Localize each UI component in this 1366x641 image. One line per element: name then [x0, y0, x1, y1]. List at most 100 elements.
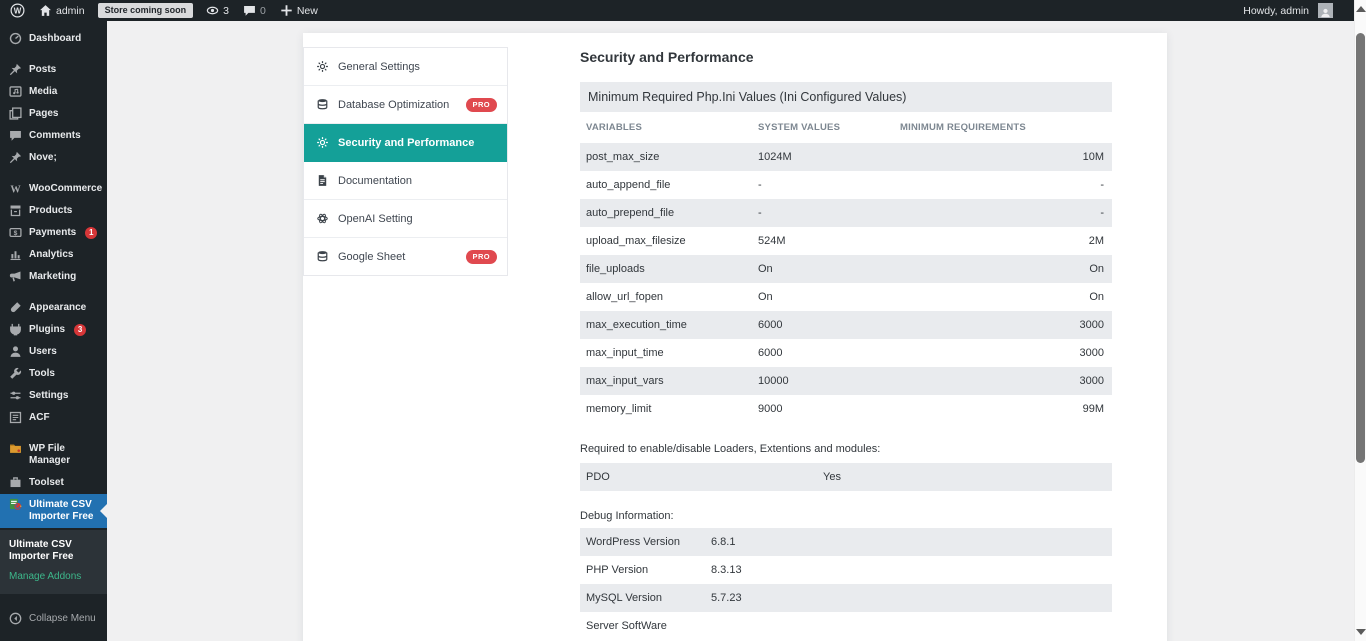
- sidebar-item[interactable]: Nove;: [0, 147, 107, 169]
- folder-icon: [9, 442, 22, 455]
- sidebar-item[interactable]: Dashboard: [0, 28, 107, 50]
- system-value: 1024M: [753, 151, 895, 163]
- settings-tab[interactable]: Google Sheet PRO: [304, 238, 507, 275]
- comment-bubble-icon: [243, 4, 256, 17]
- loader-value: Yes: [823, 471, 1112, 483]
- ini-table-row: memory_limit 9000 99M: [580, 395, 1112, 423]
- ini-table-row: post_max_size 1024M 10M: [580, 143, 1112, 171]
- submenu-item[interactable]: Manage Addons: [0, 567, 107, 587]
- ini-table: post_max_size 1024M 10M auto_append_file…: [580, 143, 1112, 423]
- database-icon: [316, 98, 329, 111]
- new-content-menu[interactable]: New: [273, 0, 325, 21]
- variable-name: allow_url_fopen: [580, 291, 753, 303]
- settings-tab[interactable]: Security and Performance: [304, 124, 507, 162]
- sidebar-item[interactable]: Products: [0, 200, 107, 222]
- sidebar: Dashboard Posts Media Pages Comments: [0, 21, 107, 641]
- briefcase-icon: [9, 476, 22, 489]
- sidebar-item[interactable]: Appearance: [0, 297, 107, 319]
- scrollbar[interactable]: [1354, 0, 1366, 641]
- store-coming-soon-badge[interactable]: Store coming soon: [98, 3, 194, 18]
- scrollbar-up-arrow-icon[interactable]: [1356, 6, 1366, 12]
- sidebar-item[interactable]: Tools: [0, 363, 107, 385]
- scrollbar-down-arrow-icon[interactable]: [1356, 629, 1366, 635]
- comments-menu[interactable]: 0: [236, 0, 273, 21]
- ini-table-header: Minimum Required Php.Ini Values (Ini Con…: [580, 82, 1112, 112]
- sidebar-item-label: Appearance: [29, 302, 86, 314]
- system-value: 6000: [753, 319, 895, 331]
- settings-tab[interactable]: Database Optimization PRO: [304, 86, 507, 124]
- updates-count: 3: [223, 5, 229, 17]
- admin-bar-right: Howdy, admin: [1236, 0, 1354, 21]
- settings-tab[interactable]: General Settings: [304, 48, 507, 86]
- variable-name: max_input_time: [580, 347, 753, 359]
- debug-value: 8.3.13: [711, 564, 1112, 576]
- loaders-table: PDO Yes: [580, 463, 1112, 491]
- home-icon: [39, 4, 52, 17]
- system-value: 6000: [753, 347, 895, 359]
- sidebar-item[interactable]: Ultimate CSV Importer Free: [0, 494, 107, 528]
- ini-table-row: auto_append_file - -: [580, 171, 1112, 199]
- sidebar-item[interactable]: Plugins 3: [0, 319, 107, 341]
- csv-importer-logo-icon: [9, 498, 22, 511]
- ini-table-row: max_input_vars 10000 3000: [580, 367, 1112, 395]
- sidebar-item[interactable]: Marketing: [0, 266, 107, 288]
- column-variables: VARIABLES: [580, 122, 753, 133]
- minimum-requirement: 99M: [895, 403, 1112, 415]
- site-name-menu[interactable]: admin: [32, 0, 92, 21]
- ini-table-column-headers: VARIABLES SYSTEM VALUES MINIMUM REQUIREM…: [580, 112, 1112, 143]
- pushpin-icon: [9, 63, 22, 76]
- sidebar-item[interactable]: Settings: [0, 385, 107, 407]
- settings-tab[interactable]: Documentation: [304, 162, 507, 200]
- admin-bar-left: W admin Store coming soon 3 0 New: [0, 0, 325, 21]
- variable-name: memory_limit: [580, 403, 753, 415]
- submenu-item-current[interactable]: Ultimate CSV Importer Free: [0, 535, 107, 567]
- sidebar-item[interactable]: ACF: [0, 407, 107, 429]
- minimum-requirement: 3000: [895, 319, 1112, 331]
- settings-tab[interactable]: OpenAI Setting: [304, 200, 507, 238]
- sidebar-item[interactable]: Analytics: [0, 244, 107, 266]
- bar-chart-icon: [9, 248, 22, 261]
- sidebar-item[interactable]: W WooCommerce: [0, 178, 107, 200]
- sidebar-item-label: Marketing: [29, 271, 76, 283]
- pushpin-icon: [9, 151, 22, 164]
- sidebar-item[interactable]: Users: [0, 341, 107, 363]
- plugin-settings-card: General Settings Database Optimization P…: [303, 33, 1167, 641]
- collapse-menu-button[interactable]: Collapse Menu: [0, 608, 107, 630]
- debug-name: WordPress Version: [580, 536, 711, 548]
- scrollbar-thumb[interactable]: [1356, 33, 1365, 463]
- sidebar-item[interactable]: Posts: [0, 59, 107, 81]
- media-icon: [9, 85, 22, 98]
- variable-name: auto_prepend_file: [580, 207, 753, 219]
- updates-menu[interactable]: 3: [199, 0, 236, 21]
- sidebar-item[interactable]: Comments: [0, 125, 107, 147]
- sidebar-item[interactable]: Pages: [0, 103, 107, 125]
- sliders-icon: [9, 389, 22, 402]
- minimum-requirement: -: [895, 179, 1112, 191]
- new-label: New: [297, 5, 318, 17]
- count-badge: 1: [85, 227, 97, 239]
- settings-tab-label: Security and Performance: [338, 137, 474, 149]
- csv-importer-submenu: Ultimate CSV Importer Free Manage Addons: [0, 530, 107, 594]
- sidebar-item[interactable]: Media: [0, 81, 107, 103]
- sidebar-item-label: Analytics: [29, 249, 73, 261]
- sidebar-item[interactable]: $ Payments 1: [0, 222, 107, 244]
- document-icon: [316, 174, 329, 187]
- wp-logo-menu[interactable]: W: [0, 0, 32, 21]
- pro-badge: PRO: [466, 98, 497, 112]
- sidebar-item[interactable]: Toolset: [0, 472, 107, 494]
- system-value: 9000: [753, 403, 895, 415]
- megaphone-icon: [9, 270, 22, 283]
- svg-text:W: W: [14, 7, 22, 16]
- system-value: On: [753, 291, 895, 303]
- payments-icon: $: [9, 226, 22, 239]
- collapse-menu-label: Collapse Menu: [29, 613, 96, 625]
- settings-tab-label: OpenAI Setting: [338, 213, 413, 225]
- sidebar-item-label: Toolset: [29, 477, 64, 489]
- debug-name: MySQL Version: [580, 592, 711, 604]
- ini-table-row: max_input_time 6000 3000: [580, 339, 1112, 367]
- my-account-menu[interactable]: Howdy, admin: [1236, 0, 1340, 21]
- sidebar-item[interactable]: WP File Manager: [0, 438, 107, 472]
- dashboard-icon: [9, 32, 22, 45]
- wordpress-logo-icon: W: [10, 3, 25, 18]
- user-icon: [9, 345, 22, 358]
